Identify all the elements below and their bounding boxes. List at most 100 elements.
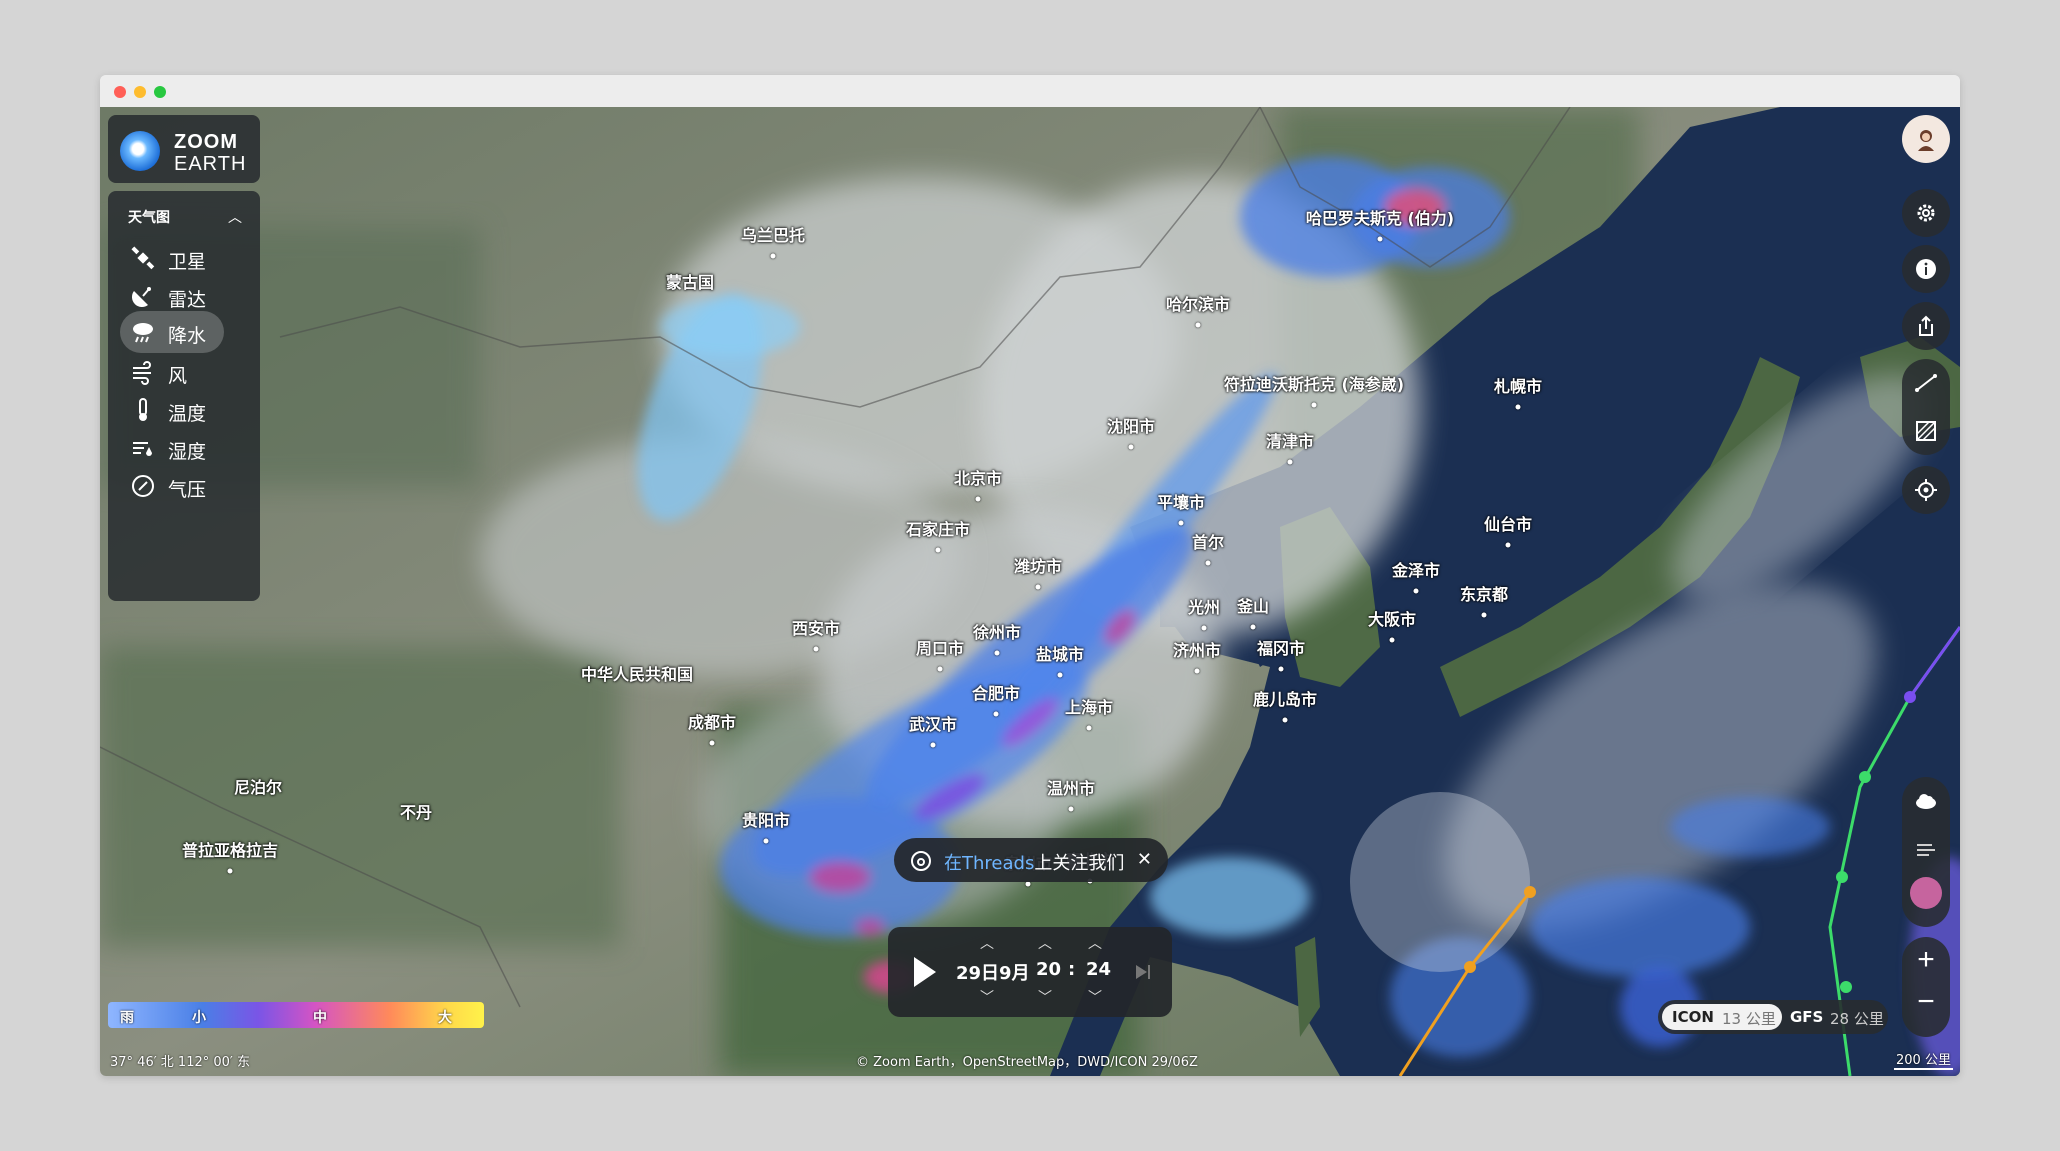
place-label[interactable]: 中华人民共和国 — [581, 661, 693, 685]
place-dot — [1505, 542, 1511, 548]
place-label[interactable]: 哈巴罗夫斯克 (伯力) — [1306, 205, 1454, 229]
place-label[interactable]: 尼泊尔 — [234, 774, 282, 798]
minute-up-icon[interactable]: ︿ — [1088, 933, 1102, 953]
place-label[interactable]: 西安市 — [792, 615, 840, 639]
earth-logo-icon — [120, 131, 160, 171]
hour-down-icon[interactable]: ﹀ — [1038, 987, 1052, 1007]
place-label[interactable]: 成都市 — [688, 709, 736, 733]
attribution[interactable]: © Zoom Earth，OpenStreetMap，DWD/ICON 29/0… — [856, 1051, 1198, 1070]
place-label[interactable]: 上海市 — [1065, 694, 1113, 718]
place-label[interactable]: 仙台市 — [1484, 511, 1532, 535]
date-up-icon[interactable]: ︿ — [980, 933, 994, 953]
zoom-earth-logo[interactable]: ZOOM EARTH — [108, 115, 260, 183]
measure-tools — [1902, 359, 1950, 455]
info-button[interactable] — [1902, 245, 1950, 293]
place-label[interactable]: 蒙古国 — [666, 269, 714, 293]
place-dot — [1282, 717, 1288, 723]
layer-label: 风 — [168, 365, 188, 387]
layer-humidity[interactable]: 湿度 — [120, 427, 224, 469]
place-label[interactable]: 符拉迪沃斯托克 (海参崴) — [1224, 371, 1404, 395]
place-label[interactable]: 贵阳市 — [742, 807, 790, 831]
minimize-window-dot[interactable] — [134, 86, 146, 98]
area-hatch-icon[interactable] — [1914, 419, 1938, 443]
skip-forward-icon[interactable] — [1134, 963, 1152, 981]
panel-header[interactable]: 天气图 — [128, 207, 170, 227]
maximize-window-dot[interactable] — [154, 86, 166, 98]
place-label[interactable]: 徐州市 — [973, 619, 1021, 643]
place-label[interactable]: 乌兰巴托 — [741, 222, 805, 246]
weather-map[interactable]: 乌兰巴托蒙古国 哈巴罗夫斯克 (伯力) 哈尔滨市符拉迪沃斯托克 (海参崴) 札幌市沈阳… — [100, 107, 1960, 1076]
model-gfs-option[interactable]: GFS 28 公里 — [1784, 1004, 1884, 1030]
layer-precipitation[interactable]: 降水 — [120, 311, 224, 353]
place-label[interactable]: 札幌市 — [1494, 373, 1542, 397]
humidity-icon — [133, 442, 152, 456]
place-label[interactable]: 石家庄市 — [906, 516, 970, 540]
cloud-icon[interactable] — [1914, 789, 1938, 813]
settings-button[interactable] — [1902, 189, 1950, 237]
place-dot — [1068, 806, 1074, 812]
place-dot — [935, 547, 941, 553]
place-label[interactable]: 金泽市 — [1392, 557, 1440, 581]
zoom-out-button[interactable]: − — [1902, 985, 1950, 1019]
place-label[interactable]: 温州市 — [1047, 775, 1095, 799]
place-label[interactable]: 清津市 — [1266, 428, 1314, 452]
legend-label: 大 — [438, 1010, 452, 1026]
place-label[interactable]: 鹿儿岛市 — [1253, 686, 1317, 710]
threads-text[interactable]: 在Threads上关注我们 — [944, 849, 1124, 875]
place-label[interactable]: 沈阳市 — [1107, 413, 1155, 437]
place-dot — [1311, 402, 1317, 408]
place-label[interactable]: 盐城市 — [1036, 641, 1084, 665]
layer-satellite[interactable]: 卫星 — [120, 237, 224, 279]
date-value[interactable]: 29日9月 — [956, 959, 1030, 985]
place-label[interactable]: 大阪市 — [1368, 606, 1416, 630]
close-icon[interactable]: ✕ — [1137, 849, 1152, 870]
chevron-up-icon[interactable]: ︿ — [228, 207, 242, 227]
threads-link[interactable]: 在Threads — [944, 853, 1034, 874]
place-label[interactable]: 光州 — [1188, 594, 1220, 618]
place-label[interactable]: 普拉亚格拉吉 — [182, 837, 278, 861]
place-dot — [1481, 612, 1487, 618]
hour-up-icon[interactable]: ︿ — [1038, 933, 1052, 953]
storm-toggle-icon[interactable] — [1910, 877, 1942, 909]
play-icon[interactable] — [912, 955, 938, 989]
model-icon-option[interactable]: ICON 13 公里 — [1662, 1004, 1782, 1030]
coordinates-readout: 37° 46′ 北 112° 00′ 东 — [110, 1055, 251, 1070]
place-label[interactable]: 东京都 — [1460, 581, 1508, 605]
satellite-icon — [131, 246, 155, 270]
place-label[interactable]: 北京市 — [954, 465, 1002, 489]
layer-pressure[interactable]: 气压 — [120, 465, 224, 507]
ruler-line-icon[interactable] — [1914, 371, 1938, 395]
place-dot — [1201, 625, 1207, 631]
scale-bar: 200 公里 — [1894, 1049, 1953, 1070]
minute-value[interactable]: 24 — [1086, 959, 1111, 980]
place-label[interactable]: 釜山 — [1237, 593, 1269, 617]
model-name: ICON — [1672, 1008, 1714, 1026]
close-window-dot[interactable] — [114, 86, 126, 98]
layer-label: 降水 — [168, 325, 207, 347]
place-label[interactable]: 首尔 — [1192, 529, 1224, 553]
layer-temperature[interactable]: 温度 — [120, 389, 224, 431]
time-control: ︿ 29日9月 ﹀ ︿ 20 ﹀ : ︿ 24 ﹀ — [888, 927, 1172, 1017]
place-label[interactable]: 合肥市 — [972, 680, 1020, 704]
wind-lines-icon[interactable] — [1914, 837, 1938, 861]
share-button[interactable] — [1902, 302, 1950, 350]
zoom-in-button[interactable]: + — [1902, 943, 1950, 977]
place-dot — [1025, 881, 1031, 887]
place-label[interactable]: 哈尔滨市 — [1166, 291, 1230, 315]
place-label[interactable]: 平壤市 — [1157, 489, 1205, 513]
place-label[interactable]: 潍坊市 — [1014, 553, 1062, 577]
place-label[interactable]: 不丹 — [400, 799, 432, 823]
user-avatar[interactable] — [1902, 115, 1950, 163]
place-label[interactable]: 周口市 — [916, 635, 964, 659]
layer-wind[interactable]: 风 — [120, 351, 224, 393]
hour-value[interactable]: 20 — [1036, 959, 1061, 980]
place-label[interactable]: 济州市 — [1173, 637, 1221, 661]
minute-down-icon[interactable]: ﹀ — [1088, 987, 1102, 1007]
time-separator: : — [1068, 959, 1076, 980]
date-down-icon[interactable]: ﹀ — [980, 987, 994, 1007]
threads-banner[interactable]: 在Threads上关注我们 ✕ — [894, 838, 1168, 882]
locate-button[interactable] — [1902, 466, 1950, 514]
place-label[interactable]: 福冈市 — [1257, 635, 1305, 659]
place-label[interactable]: 武汉市 — [909, 711, 957, 735]
model-selector: ICON 13 公里 GFS 28 公里 — [1658, 1000, 1888, 1034]
